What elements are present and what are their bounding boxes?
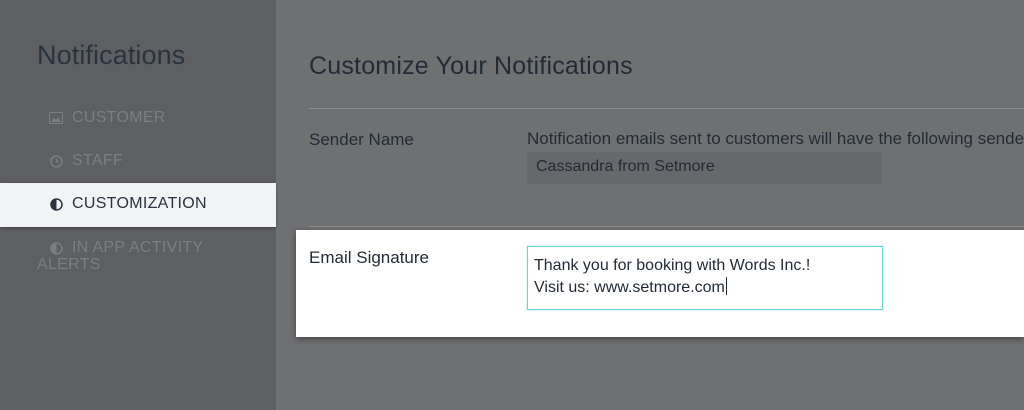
sidebar-item-label: IN APP ACTIVITY xyxy=(72,239,204,256)
sidebar: Notifications CUSTOMER STAFF CUSTOMIZATI… xyxy=(0,0,276,410)
contrast-icon xyxy=(49,197,63,211)
sidebar-item-staff[interactable]: STAFF xyxy=(0,140,276,184)
contrast-icon xyxy=(49,241,63,255)
sender-name-label: Sender Name xyxy=(309,130,414,149)
page-title: Customize Your Notifications xyxy=(309,52,633,80)
sidebar-item-label: CUSTOMIZATION xyxy=(72,195,207,212)
sender-name-description: Notification emails sent to customers wi… xyxy=(527,129,1024,148)
clock-icon xyxy=(49,154,63,168)
sidebar-item-label: CUSTOMER xyxy=(72,109,166,126)
sidebar-title: Notifications xyxy=(37,40,186,70)
sidebar-item-customer[interactable]: CUSTOMER xyxy=(0,97,276,141)
sidebar-item-label: STAFF xyxy=(72,152,123,169)
sidebar-item-customization[interactable]: CUSTOMIZATION xyxy=(0,183,276,227)
email-signature-panel: Email Signature Thank you for booking wi… xyxy=(296,230,1024,337)
sidebar-item-label-continued: ALERTS xyxy=(37,256,101,273)
sender-name-input[interactable]: Cassandra from Setmore xyxy=(527,152,882,184)
signature-line: Visit us: www.setmore.com xyxy=(534,279,725,296)
divider xyxy=(309,226,1024,227)
email-signature-textarea[interactable]: Thank you for booking with Words Inc.! V… xyxy=(527,246,883,310)
sidebar-item-in-app-activity-alerts[interactable]: IN APP ACTIVITY ALERTS xyxy=(0,227,276,273)
divider xyxy=(309,108,1024,109)
text-cursor xyxy=(725,277,727,295)
image-icon xyxy=(49,111,63,125)
signature-line: Thank you for booking with Words Inc.! xyxy=(534,257,811,274)
email-signature-label: Email Signature xyxy=(309,248,430,267)
